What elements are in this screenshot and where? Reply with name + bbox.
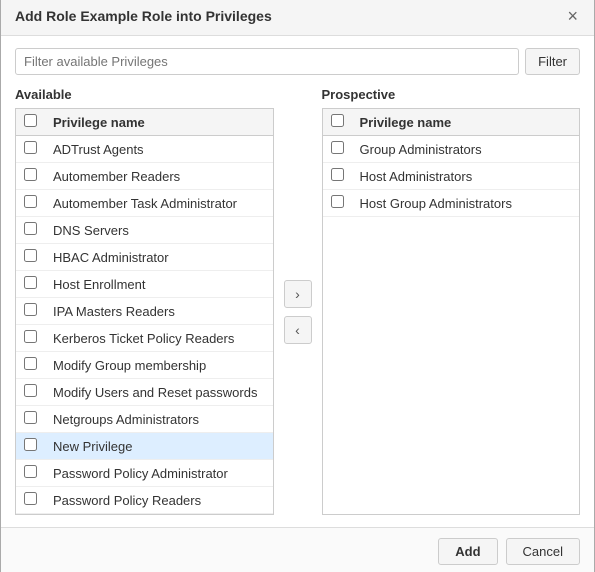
prospective-title: Prospective [322,87,581,102]
list-item: Kerberos Ticket Policy Readers [16,325,273,352]
available-row-checkbox[interactable] [24,222,37,235]
modal-overlay: Add Role Example Role into Privileges × … [0,0,595,572]
row-checkbox-cell [16,298,45,325]
available-row-checkbox[interactable] [24,465,37,478]
close-button[interactable]: × [565,7,580,25]
list-item: Modify Group membership [16,352,273,379]
prospective-select-all[interactable] [331,114,344,127]
list-item: IPA Masters Readers [16,298,273,325]
available-check-header [16,109,45,136]
modal-header: Add Role Example Role into Privileges × [1,0,594,36]
available-row-checkbox[interactable] [24,330,37,343]
privilege-name-cell: Netgroups Administrators [45,406,273,433]
available-row-checkbox[interactable] [24,411,37,424]
filter-row: Filter [15,48,580,75]
privilege-name-cell: Automember Task Administrator [45,190,273,217]
row-checkbox-cell [16,352,45,379]
row-checkbox-cell [16,136,45,163]
row-checkbox-cell [16,487,45,514]
available-row-checkbox[interactable] [24,195,37,208]
list-item: New Privilege [16,433,273,460]
prospective-section: Prospective Privilege name Group [322,87,581,515]
list-item: Group Administrators [323,136,580,163]
privilege-name-cell: DNS Servers [45,217,273,244]
list-item: Password Policy Administrator [16,460,273,487]
privilege-name-cell: IPA Masters Readers [45,298,273,325]
row-checkbox-cell [16,163,45,190]
privilege-name-cell: Host Administrators [352,163,580,190]
privilege-name-cell: Group Administrators [352,136,580,163]
move-right-button[interactable]: › [284,280,312,308]
privilege-name-cell: HBAC Administrator [45,244,273,271]
modal-body: Filter Available Privilege name [1,36,594,527]
privilege-name-cell: Modify Users and Reset passwords [45,379,273,406]
available-row-checkbox[interactable] [24,276,37,289]
privilege-name-cell: ADTrust Agents [45,136,273,163]
privilege-name-cell: Password Policy Administrator [45,460,273,487]
list-item: Automember Task Administrator [16,190,273,217]
prospective-list[interactable]: Privilege name Group Administrators Host… [322,108,581,515]
cancel-button[interactable]: Cancel [506,538,580,565]
privilege-name-cell: Kerberos Ticket Policy Readers [45,325,273,352]
row-checkbox-cell [16,406,45,433]
list-item: Netgroups Administrators [16,406,273,433]
available-row-checkbox[interactable] [24,249,37,262]
available-list[interactable]: Privilege name ADTrust Agents Automember… [15,108,274,515]
privilege-name-cell: Password Policy Readers [45,487,273,514]
row-checkbox-cell [323,136,352,163]
list-item: Automember Readers [16,163,273,190]
row-checkbox-cell [16,433,45,460]
prospective-col-header: Privilege name [352,109,580,136]
add-button[interactable]: Add [438,538,497,565]
list-item: DNS Servers [16,217,273,244]
privilege-name-cell: Modify Group membership [45,352,273,379]
filter-button[interactable]: Filter [525,48,580,75]
privilege-name-cell: Automember Readers [45,163,273,190]
privilege-name-cell: Host Enrollment [45,271,273,298]
modal-title: Add Role Example Role into Privileges [15,8,272,24]
list-item: Host Administrators [323,163,580,190]
modal-footer: Add Cancel [1,527,594,572]
row-checkbox-cell [16,190,45,217]
list-item: Host Group Administrators [323,190,580,217]
available-row-checkbox[interactable] [24,384,37,397]
row-checkbox-cell [323,190,352,217]
row-checkbox-cell [16,460,45,487]
row-checkbox-cell [16,271,45,298]
prospective-row-checkbox[interactable] [331,195,344,208]
arrow-buttons: › ‹ [274,109,322,515]
row-checkbox-cell [16,244,45,271]
available-row-checkbox[interactable] [24,492,37,505]
prospective-row-checkbox[interactable] [331,168,344,181]
available-select-all[interactable] [24,114,37,127]
list-item: ADTrust Agents [16,136,273,163]
available-title: Available [15,87,274,102]
list-item: Password Policy Readers [16,487,273,514]
row-checkbox-cell [16,379,45,406]
list-item: Modify Users and Reset passwords [16,379,273,406]
available-section: Available Privilege name ADTrust [15,87,274,515]
available-row-checkbox[interactable] [24,303,37,316]
row-checkbox-cell [323,163,352,190]
available-row-checkbox[interactable] [24,141,37,154]
list-item: Host Enrollment [16,271,273,298]
modal-dialog: Add Role Example Role into Privileges × … [0,0,595,572]
available-row-checkbox[interactable] [24,357,37,370]
available-col-header: Privilege name [45,109,273,136]
prospective-check-header [323,109,352,136]
available-row-checkbox[interactable] [24,438,37,451]
privilege-name-cell: Host Group Administrators [352,190,580,217]
move-left-button[interactable]: ‹ [284,316,312,344]
filter-input[interactable] [15,48,519,75]
prospective-row-checkbox[interactable] [331,141,344,154]
list-item: HBAC Administrator [16,244,273,271]
row-checkbox-cell [16,217,45,244]
privilege-name-cell: New Privilege [45,433,273,460]
available-row-checkbox[interactable] [24,168,37,181]
row-checkbox-cell [16,325,45,352]
lists-container: Available Privilege name ADTrust [15,87,580,515]
